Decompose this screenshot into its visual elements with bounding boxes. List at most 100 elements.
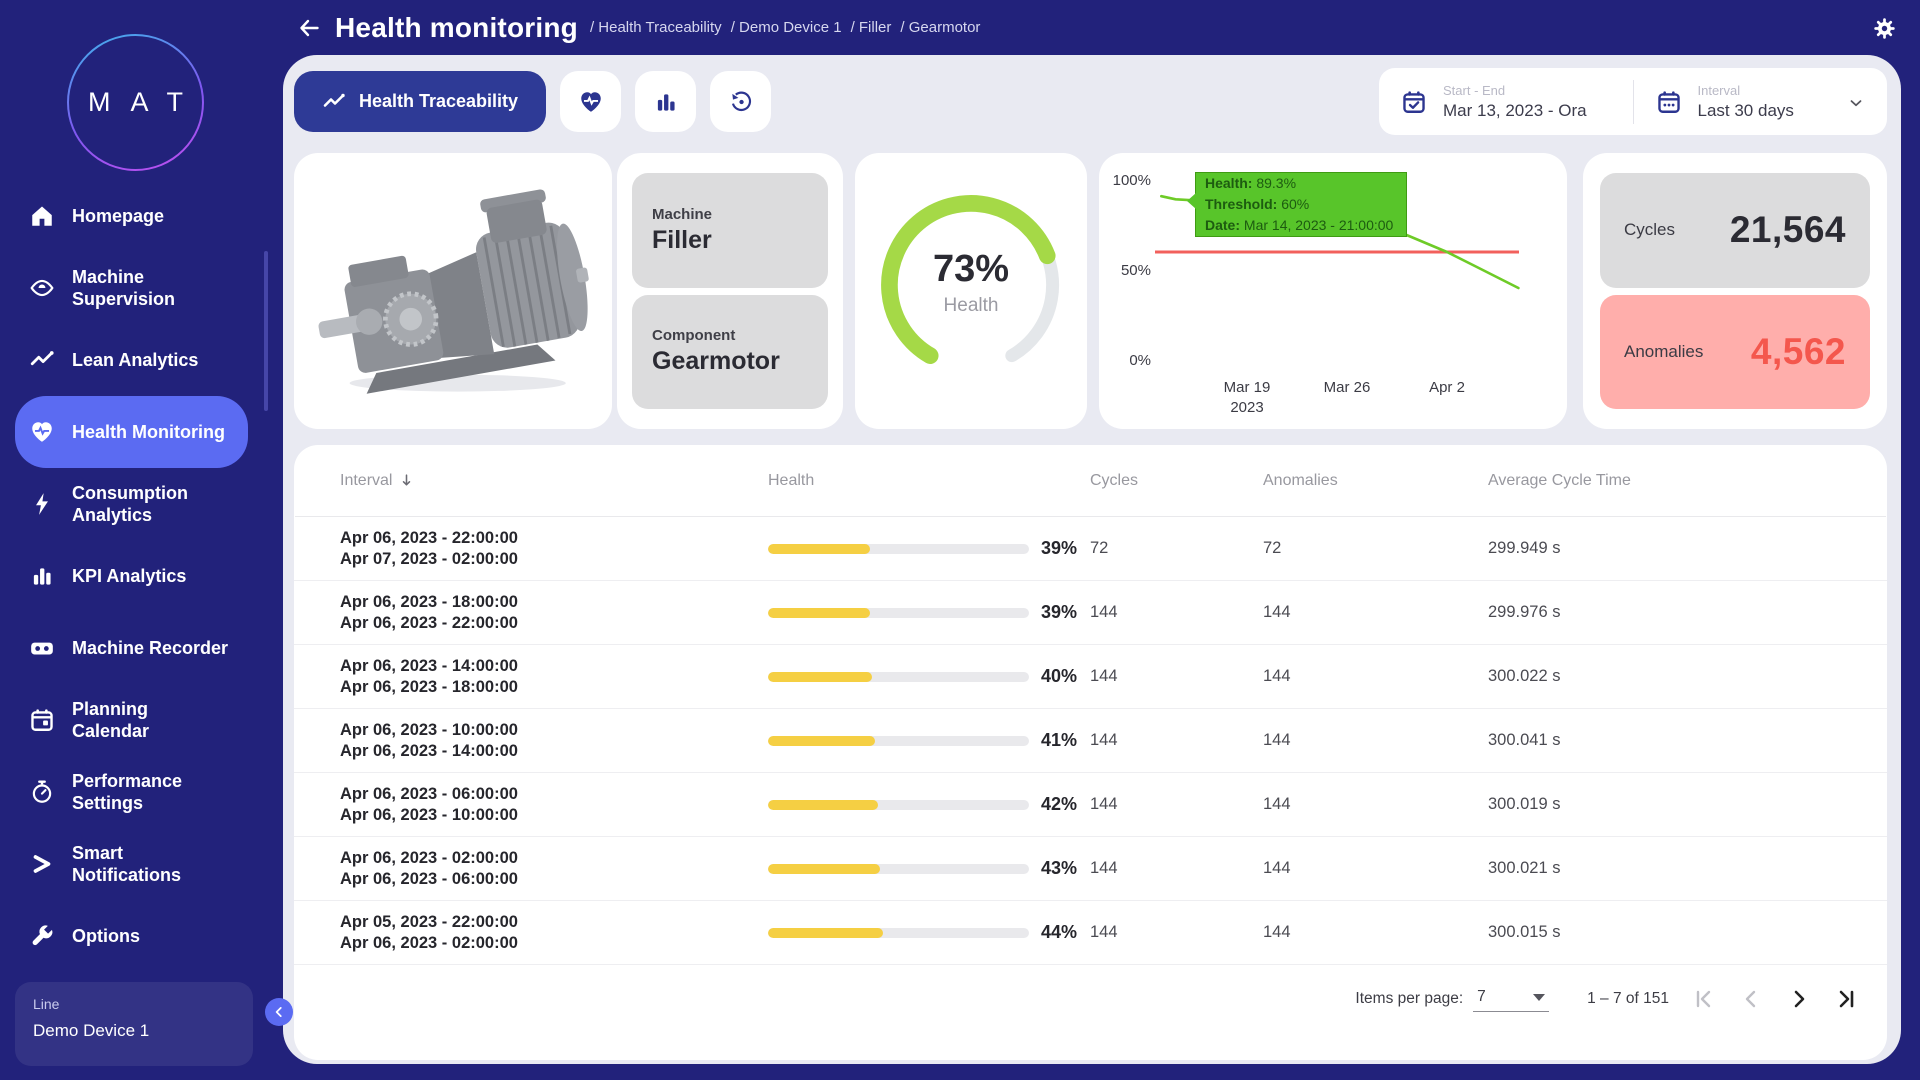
next-page-button[interactable] bbox=[1787, 986, 1813, 1012]
sidebar-item-performance-settings[interactable]: Performance Settings bbox=[15, 756, 248, 828]
tooltip-date-value: Mar 14, 2023 - 21:00:00 bbox=[1244, 217, 1393, 233]
health-progress-track bbox=[768, 544, 1029, 554]
page-title: Health monitoring bbox=[335, 12, 578, 44]
interval-column-label: Interval bbox=[340, 472, 392, 490]
line-selector[interactable]: Line Demo Device 1 bbox=[15, 982, 253, 1066]
sidebar-item-machine-recorder[interactable]: Machine Recorder bbox=[15, 612, 248, 684]
history-tab-button[interactable] bbox=[710, 71, 771, 132]
sidebar-scrollbar[interactable] bbox=[264, 251, 268, 411]
column-cycles[interactable]: Cycles bbox=[1090, 472, 1263, 490]
last-page-button[interactable] bbox=[1835, 986, 1861, 1012]
wrench-icon bbox=[29, 923, 55, 949]
line-selector-value: Demo Device 1 bbox=[33, 1021, 235, 1041]
gauge-caption: Health bbox=[855, 295, 1087, 317]
sidebar-item-kpi-analytics[interactable]: KPI Analytics bbox=[15, 540, 248, 612]
health-progress-fill bbox=[768, 928, 883, 938]
cycles-stat: Cycles 21,564 bbox=[1600, 173, 1870, 288]
sidebar-item-options[interactable]: Options bbox=[15, 900, 248, 972]
column-avg-cycle-time[interactable]: Average Cycle Time bbox=[1488, 472, 1887, 490]
settings-gear-button[interactable] bbox=[1872, 14, 1900, 42]
send-icon bbox=[29, 851, 55, 877]
start-end-picker[interactable]: Start - End Mar 13, 2023 - Ora bbox=[1379, 68, 1633, 135]
avg-cycle-time-cell: 299.976 s bbox=[1488, 603, 1887, 622]
health-progress-track bbox=[768, 928, 1029, 938]
cycles-cell: 144 bbox=[1090, 603, 1263, 622]
health-cell: 41% bbox=[768, 730, 1090, 751]
table-row[interactable]: Apr 06, 2023 - 02:00:00 Apr 06, 2023 - 0… bbox=[294, 837, 1887, 901]
table-row[interactable]: Apr 06, 2023 - 06:00:00 Apr 06, 2023 - 1… bbox=[294, 773, 1887, 837]
interval-label: Interval bbox=[1698, 83, 1794, 98]
sidebar-collapse-button[interactable] bbox=[265, 998, 293, 1026]
health-progress-track bbox=[768, 800, 1029, 810]
history-icon bbox=[728, 89, 754, 115]
column-interval[interactable]: Interval bbox=[340, 472, 768, 490]
health-progress-fill bbox=[768, 608, 870, 618]
table-row[interactable]: Apr 06, 2023 - 18:00:00 Apr 06, 2023 - 2… bbox=[294, 581, 1887, 645]
last-page-icon bbox=[1835, 987, 1861, 1011]
interval-texts: Interval Last 30 days bbox=[1698, 83, 1794, 121]
cycles-cell: 72 bbox=[1090, 539, 1263, 558]
column-health[interactable]: Health bbox=[768, 472, 1090, 490]
kpi-chart-tab-button[interactable] bbox=[635, 71, 696, 132]
breadcrumb: / Health Traceability / Demo Device 1 / … bbox=[590, 19, 980, 36]
sidebar-item-consumption-analytics[interactable]: Consumption Analytics bbox=[15, 468, 248, 540]
interval-cell: Apr 06, 2023 - 14:00:00 Apr 06, 2023 - 1… bbox=[340, 656, 768, 698]
breadcrumb-demo-device[interactable]: / Demo Device 1 bbox=[731, 19, 842, 36]
sidebar-item-health-monitoring[interactable]: Health Monitoring bbox=[15, 396, 248, 468]
health-progress-fill bbox=[768, 864, 880, 874]
interval-select[interactable]: Interval Last 30 days bbox=[1634, 68, 1888, 135]
arrow-left-icon bbox=[297, 16, 327, 40]
interval-end: Apr 06, 2023 - 06:00:00 bbox=[340, 869, 768, 890]
items-per-page-value: 7 bbox=[1477, 988, 1486, 1006]
content-panel: Health Traceability bbox=[283, 55, 1901, 1064]
previous-page-icon bbox=[1739, 987, 1765, 1011]
heart-pulse-icon bbox=[29, 419, 55, 445]
interval-end: Apr 06, 2023 - 10:00:00 bbox=[340, 805, 768, 826]
sidebar-item-label: Lean Analytics bbox=[72, 349, 198, 371]
sidebar: MAT HomepageMachine SupervisionLean Anal… bbox=[0, 0, 283, 1080]
interval-cell: Apr 06, 2023 - 18:00:00 Apr 06, 2023 - 2… bbox=[340, 592, 768, 634]
y-axis-tick: 50% bbox=[1121, 262, 1151, 279]
table-row[interactable]: Apr 06, 2023 - 10:00:00 Apr 06, 2023 - 1… bbox=[294, 709, 1887, 773]
x-axis-tick: Mar 19 bbox=[1224, 379, 1271, 396]
anomalies-cell: 144 bbox=[1263, 603, 1488, 622]
chevron-left-icon bbox=[272, 1005, 286, 1019]
sort-desc-icon bbox=[398, 472, 415, 489]
items-per-page-select[interactable]: 7 bbox=[1473, 986, 1549, 1012]
pagination: Items per page: 7 1 – 7 of 151 bbox=[1355, 979, 1861, 1019]
interval-cell: Apr 05, 2023 - 22:00:00 Apr 06, 2023 - 0… bbox=[340, 912, 768, 954]
back-button[interactable] bbox=[297, 13, 327, 43]
health-progress-fill bbox=[768, 800, 878, 810]
table-row[interactable]: Apr 06, 2023 - 14:00:00 Apr 06, 2023 - 1… bbox=[294, 645, 1887, 709]
health-cell: 42% bbox=[768, 794, 1090, 815]
anomalies-value: 4,562 bbox=[1751, 331, 1846, 373]
health-status-tab-button[interactable] bbox=[560, 71, 621, 132]
gauge-text: 73% Health bbox=[855, 248, 1087, 317]
sidebar-item-smart-notifications[interactable]: Smart Notifications bbox=[15, 828, 248, 900]
sidebar-item-homepage[interactable]: Homepage bbox=[15, 180, 248, 252]
health-progress-track bbox=[768, 864, 1029, 874]
tab-health-traceability[interactable]: Health Traceability bbox=[294, 71, 546, 132]
breadcrumb-filler[interactable]: / Filler bbox=[851, 19, 892, 36]
health-cell: 39% bbox=[768, 538, 1090, 559]
interval-cell: Apr 06, 2023 - 22:00:00 Apr 07, 2023 - 0… bbox=[340, 528, 768, 570]
select-caret-icon bbox=[1533, 994, 1545, 1001]
sidebar-item-machine-supervision[interactable]: Machine Supervision bbox=[15, 252, 248, 324]
sidebar-item-planning-calendar[interactable]: Planning Calendar bbox=[15, 684, 248, 756]
previous-page-button[interactable] bbox=[1739, 986, 1765, 1012]
sidebar-item-lean-analytics[interactable]: Lean Analytics bbox=[15, 324, 248, 396]
x-axis-tick: Mar 26 bbox=[1324, 379, 1371, 396]
first-page-button[interactable] bbox=[1691, 986, 1717, 1012]
interval-start: Apr 06, 2023 - 02:00:00 bbox=[340, 848, 768, 869]
table-row[interactable]: Apr 06, 2023 - 22:00:00 Apr 07, 2023 - 0… bbox=[294, 517, 1887, 581]
column-anomalies[interactable]: Anomalies bbox=[1263, 472, 1488, 490]
next-page-icon bbox=[1787, 987, 1813, 1011]
breadcrumb-health-traceability[interactable]: / Health Traceability bbox=[590, 19, 722, 36]
health-progress-track bbox=[768, 672, 1029, 682]
cycles-cell: 144 bbox=[1090, 795, 1263, 814]
table-row[interactable]: Apr 05, 2023 - 22:00:00 Apr 06, 2023 - 0… bbox=[294, 901, 1887, 965]
interval-end: Apr 06, 2023 - 02:00:00 bbox=[340, 933, 768, 954]
tooltip-date-key: Date: bbox=[1205, 217, 1240, 233]
breadcrumb-gearmotor[interactable]: / Gearmotor bbox=[900, 19, 980, 36]
sidebar-item-label: Consumption Analytics bbox=[72, 482, 188, 526]
